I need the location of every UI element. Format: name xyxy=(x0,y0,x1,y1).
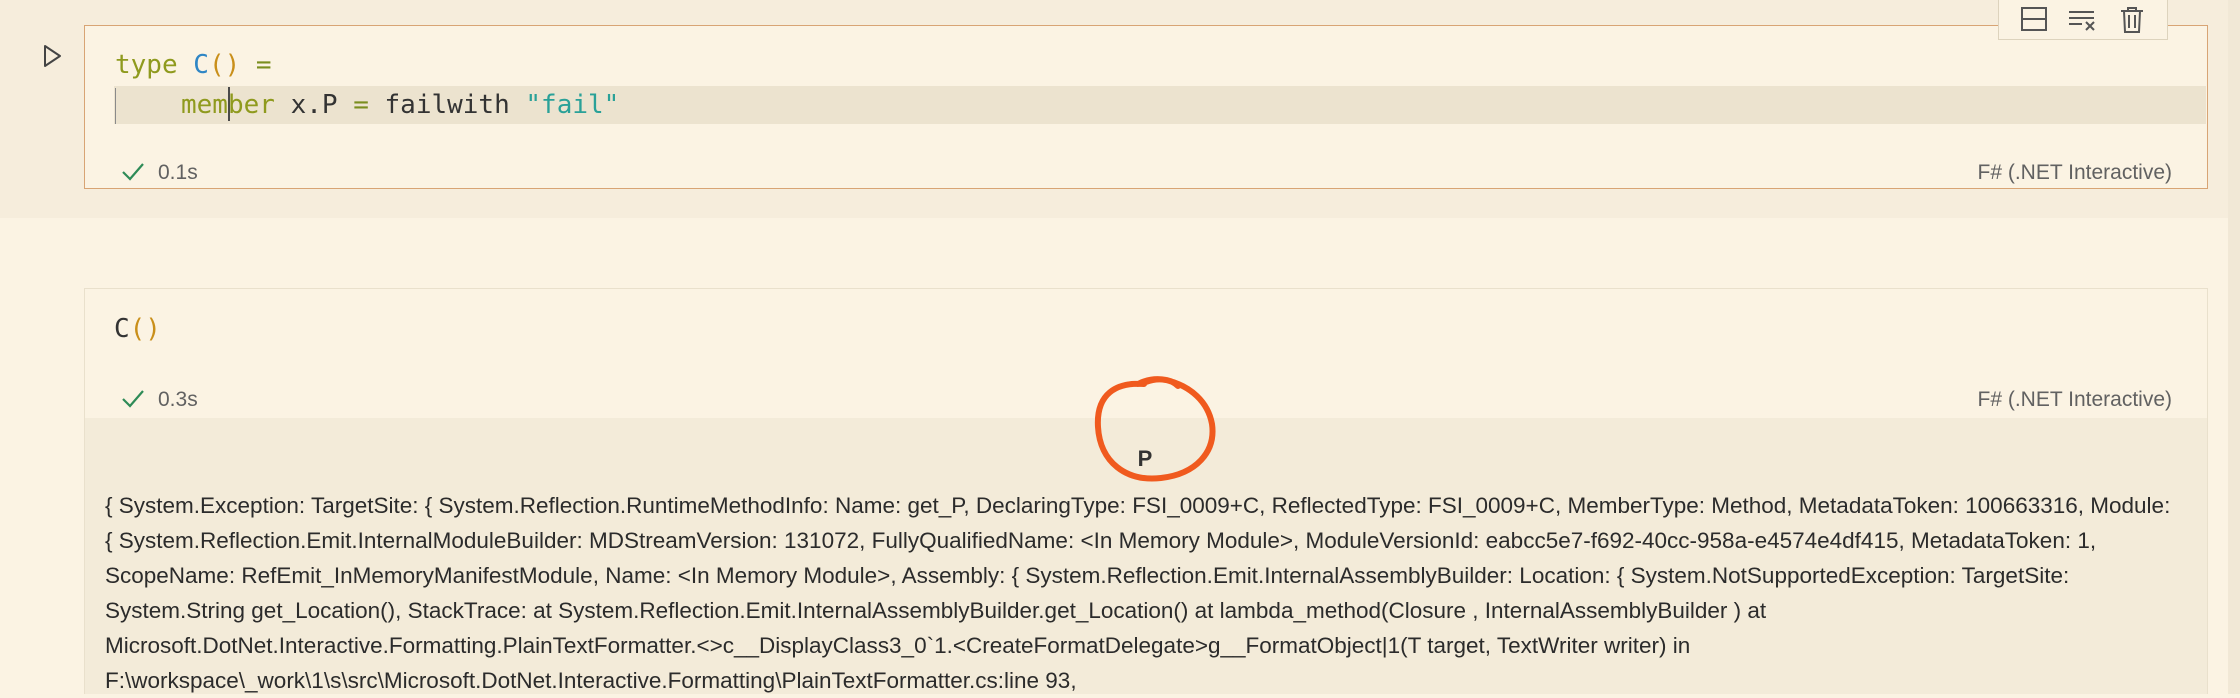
clear-output-button[interactable] xyxy=(2066,5,2100,35)
delete-icon xyxy=(2121,6,2144,33)
code-token: C xyxy=(193,50,209,80)
code-token: type xyxy=(115,50,178,80)
clear-output-icon xyxy=(2068,10,2095,31)
split-cell-button[interactable] xyxy=(2017,5,2051,35)
output-column-header: P xyxy=(1137,446,1153,471)
cell-1-exec-time: 0.1s xyxy=(158,161,198,184)
code-token: () xyxy=(129,314,161,344)
cell-2-code-line-1[interactable]: C() xyxy=(114,314,161,344)
cell-2-exec-time: 0.3s xyxy=(158,388,198,411)
split-cell-icon xyxy=(2020,6,2047,31)
code-token: "fail" xyxy=(525,90,620,120)
code-token: = xyxy=(353,90,369,120)
success-check-icon xyxy=(122,390,144,408)
output-exception-text: { System.Exception: TargetSite: { System… xyxy=(105,493,2171,693)
success-check-icon xyxy=(122,163,144,181)
code-token: failwith xyxy=(368,90,526,120)
cell-1-code-line-1[interactable]: type C() = xyxy=(115,50,272,80)
cell-toolbar xyxy=(1998,0,2168,40)
code-token: = xyxy=(255,50,272,80)
cell-1-kernel-picker[interactable]: F# (.NET Interactive) xyxy=(1978,161,2173,185)
scrollbar-track[interactable] xyxy=(2228,0,2240,694)
text-cursor xyxy=(228,87,230,121)
code-cell-2[interactable] xyxy=(84,288,2208,428)
run-cell-icon[interactable] xyxy=(38,42,66,70)
code-token: () xyxy=(208,50,241,80)
indent-guide xyxy=(115,88,116,124)
code-token: x.P xyxy=(274,90,354,120)
delete-cell-button[interactable] xyxy=(2115,5,2149,35)
code-token: C xyxy=(114,314,130,344)
cell-2-kernel-picker[interactable]: F# (.NET Interactive) xyxy=(1978,388,2173,412)
cell-1-code-line-2[interactable]: member x.P = failwith "fail" xyxy=(181,90,619,120)
